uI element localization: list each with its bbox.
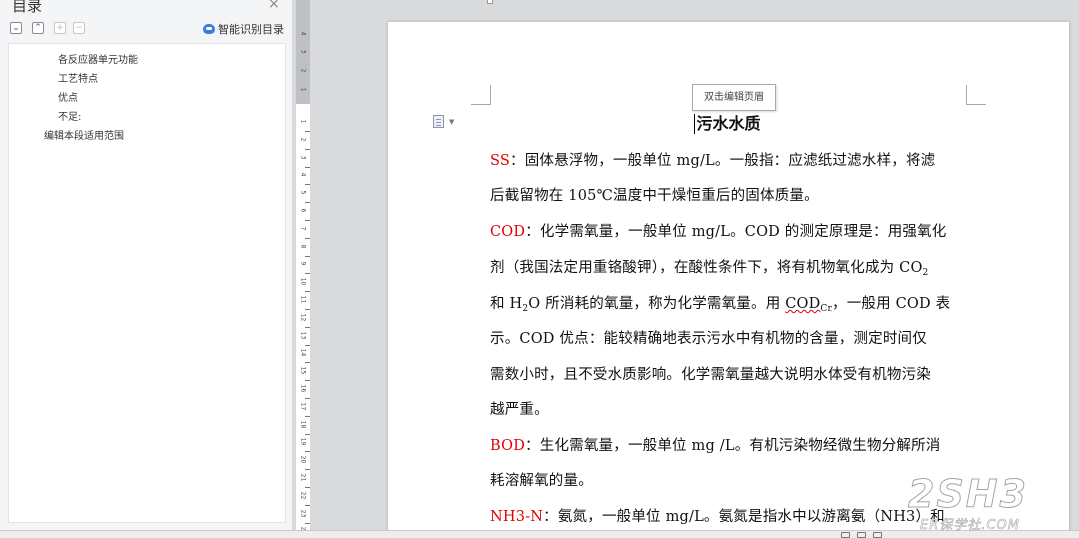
ruler-number: 21 (299, 473, 307, 482)
paragraph-line: 和 H2O 所消耗的氧量，称为化学需氧量。用 CODCr，一般用 COD 表 (490, 292, 970, 314)
paragraph-line: 剂（我国法定用重铬酸钾），在酸性条件下，将有机物氧化成为 CO2 (490, 256, 970, 278)
toc-list: 各反应器单元功能 工艺特点 优点 不足: 编辑本段适用范围 (8, 43, 286, 523)
line-text: 越严重。 (490, 402, 549, 418)
view-mode-icon[interactable] (857, 532, 866, 538)
paragraph-line: 越严重。 (490, 398, 970, 419)
line-text: 和 H (490, 296, 523, 312)
toc-item[interactable]: 工艺特点 (9, 70, 285, 89)
line-text: 剂（我国法定用重铬酸钾），在酸性条件下，将有机物氧化成为 CO (490, 260, 923, 276)
ruler-number: 20 (299, 455, 307, 464)
paragraph-line: 耗溶解氧的量。 (490, 469, 970, 490)
paragraph-line: SS：固体悬浮物，一般单位 mg/L。一般指：应滤纸过滤水样，将滤 (490, 149, 970, 170)
term-label: NH3-N (490, 509, 544, 525)
ruler-number: 4 (299, 172, 307, 177)
ruler-number: 9 (299, 261, 307, 266)
ruler-number: 16 (299, 384, 307, 393)
ruler-number: 15 (299, 366, 307, 375)
paragraph-line: 需数小时，且不受水质影响。化学需氧量越大说明水体受有机物污染 (490, 363, 970, 384)
ruler-number: 14 (299, 349, 307, 357)
paragraph-line: NH3-N：氨氮，一般单位 mg/L。氨氮是指水中以游离氨（NH3）和 (490, 505, 970, 526)
line-text: ，一般用 COD 表 (832, 296, 951, 312)
toc-item[interactable]: 不足: (9, 108, 285, 127)
toc-item[interactable]: 优点 (9, 89, 285, 108)
ruler-number: 3 (299, 49, 307, 54)
paragraph-line: 后截留物在 105℃温度中干燥恒重后的固体质量。 (490, 184, 970, 205)
toc-title: 目录 (12, 0, 43, 15)
line-text: 后截留物在 105℃温度中干燥恒重后的固体质量。 (490, 188, 819, 204)
line-text: ：固体悬浮物，一般单位 mg/L。一般指：应滤纸过滤水样，将滤 (510, 153, 936, 169)
ruler-number: 22 (299, 491, 307, 500)
document-page[interactable]: 双击编辑页眉 ▼ 污水水质 SS：固体悬浮物，一般单位 mg/L。一般指：应滤纸… (388, 22, 1069, 538)
line-text: ：化学需氧量，一般单位 mg/L。COD 的测定原理是：用强氧化 (525, 224, 947, 240)
smart-toc-label: 智能识别目录 (218, 23, 284, 36)
ruler-marker[interactable] (487, 0, 493, 4)
smart-toc-button[interactable]: 智能识别目录 (203, 21, 284, 37)
term-label: COD (490, 224, 526, 240)
toc-item[interactable]: 各反应器单元功能 (9, 51, 285, 70)
subscript: 2 (922, 268, 929, 278)
line-text: ：生化需氧量，一般单位 mg /L。有机污染物经微生物分解所消 (525, 438, 941, 454)
line-text: ：氨氮，一般单位 mg/L。氨氮是指水中以游离氨（NH3）和 (543, 509, 945, 525)
ruler-number: 10 (299, 277, 307, 286)
ruler-number: 2 (299, 68, 307, 73)
close-icon[interactable]: × (268, 0, 280, 12)
line-text: 示。COD 优点：能较精确地表示污水中有机物的含量，测定时间仅 (490, 331, 927, 347)
ruler-number: 8 (299, 244, 307, 248)
term-label: SS (490, 153, 511, 169)
ruler-number: 7 (299, 226, 307, 231)
spellcheck-word: COD (785, 296, 821, 312)
ruler-number: 12 (299, 313, 307, 322)
line-text: 需数小时，且不受水质影响。化学需氧量越大说明水体受有机物污染 (490, 367, 931, 383)
add-heading-icon[interactable]: + (54, 22, 66, 34)
collapse-all-icon[interactable]: ⌃ (32, 22, 44, 34)
edit-header-tooltip[interactable]: 双击编辑页眉 (692, 84, 776, 111)
ruler-number: 5 (299, 190, 307, 195)
ruler-number: 3 (299, 155, 307, 159)
spellcheck-text[interactable]: CODCr (785, 296, 833, 314)
smart-recognize-icon (203, 24, 215, 34)
document-title: 污水水质 (696, 114, 761, 133)
subscript: Cr (820, 304, 833, 314)
ruler-number: 17 (299, 402, 307, 411)
line-text: O 所消耗的氧量，称为化学需氧量。用 (528, 296, 786, 312)
ruler-number: 1 (299, 119, 307, 124)
toc-toolbar: ⌄ ⌃ + − 智能识别目录 (10, 21, 286, 37)
text-cursor (694, 114, 695, 134)
ruler-number: 6 (299, 208, 307, 213)
ruler-number: 18 (299, 420, 307, 428)
paragraph-line: BOD：生化需氧量，一般单位 mg /L。有机污染物经微生物分解所消 (490, 434, 970, 455)
term-label: BOD (490, 438, 526, 454)
remove-heading-icon[interactable]: − (73, 22, 85, 34)
ruler-number: 4 (299, 31, 307, 36)
toc-item[interactable]: 编辑本段适用范围 (9, 127, 285, 146)
vertical-ruler[interactable]: 4 3 2 1 1 2 3 4 5 6 7 8 9 10 11 12 13 14 15 16 17 18 19 20 21 22 2… (296, 0, 310, 538)
view-mode-icon[interactable] (841, 532, 850, 538)
line-text: 耗溶解氧的量。 (490, 473, 593, 489)
paragraph-line: 示。COD 优点：能较精确地表示污水中有机物的含量，测定时间仅 (490, 327, 970, 348)
ruler-number: 19 (299, 438, 307, 446)
ruler-number: 2 (299, 137, 307, 142)
ruler-number: 13 (299, 331, 307, 339)
ruler-number: 1 (299, 87, 307, 92)
watermark-logo: 2SH3 (907, 472, 1029, 517)
ruler-number: 11 (299, 295, 307, 304)
status-bar (0, 530, 1079, 538)
margin-corner-mark (471, 85, 491, 105)
watermark-site: ER保学社.COM (920, 518, 1020, 534)
view-mode-icon[interactable] (873, 532, 882, 538)
expand-all-icon[interactable]: ⌄ (10, 22, 22, 34)
margin-corner-mark (966, 85, 986, 105)
paragraph-line: COD：化学需氧量，一般单位 mg/L。COD 的测定原理是：用强氧化 (490, 220, 970, 241)
toc-panel: 目录 × ⌄ ⌃ + − 智能识别目录 各反应器单元功能 工艺特点 优点 不足:… (0, 0, 293, 538)
ruler-number: 23 (299, 509, 307, 517)
